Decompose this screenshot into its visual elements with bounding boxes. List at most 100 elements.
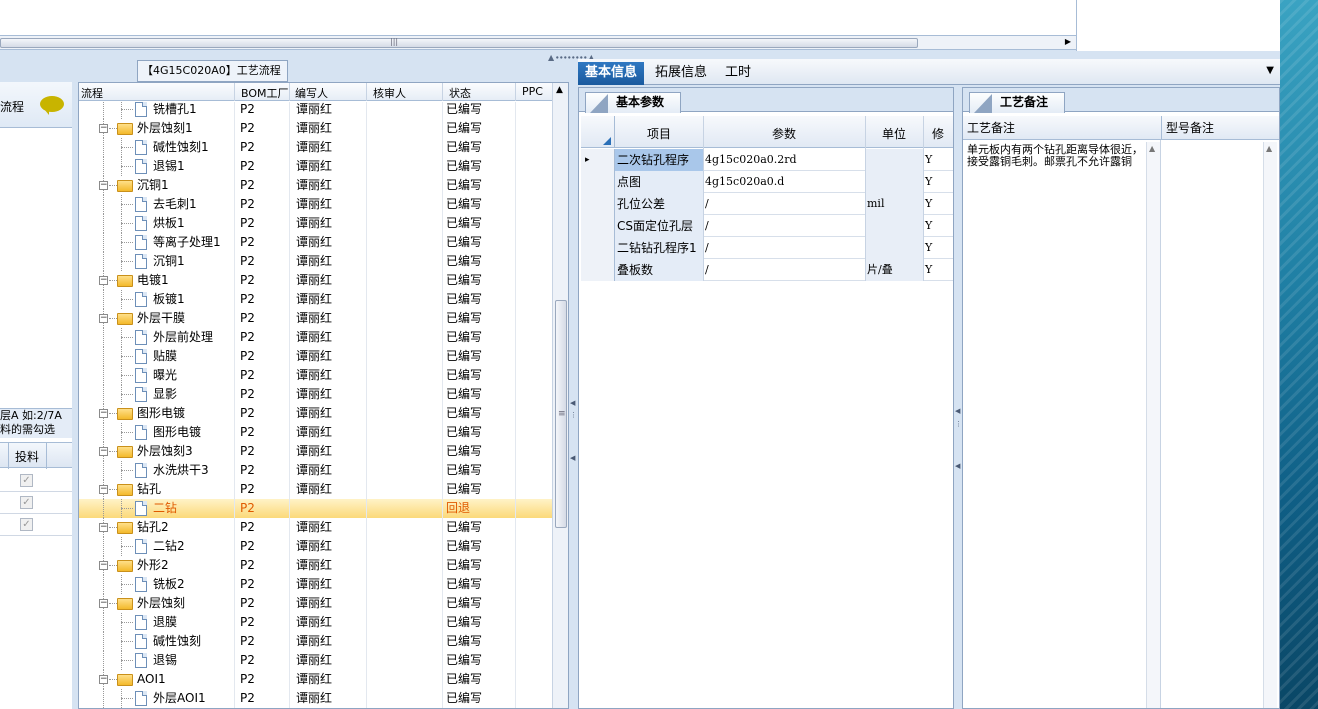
tree-row[interactable]: 贴膜 P2 谭丽红 已编写 [79, 347, 552, 366]
param-row[interactable]: CS面定位孔层 / Y [581, 215, 953, 237]
horizontal-splitter[interactable]: ▲ ∙∙∙∙∙∙∙∙ ▲ [0, 51, 1280, 62]
tree-collapse-icon[interactable]: − [99, 276, 108, 285]
model-note-scrollbar[interactable]: ▲ [1263, 142, 1277, 708]
param-item[interactable]: 叠板数 [615, 259, 703, 281]
param-modify-flag[interactable]: Y [923, 237, 953, 259]
param-item[interactable]: 点图 [615, 171, 703, 193]
param-modify-flag[interactable]: Y [923, 193, 953, 215]
tree-row[interactable]: 等离子处理1 P2 谭丽红 已编写 [79, 233, 552, 252]
tree-row[interactable]: 烘板1 P2 谭丽红 已编写 [79, 214, 552, 233]
tree-collapse-icon[interactable]: − [99, 181, 108, 190]
col-header-flow[interactable]: 流程 [81, 85, 103, 101]
scroll-up-icon[interactable]: ▲ [1266, 144, 1272, 153]
param-item[interactable]: CS面定位孔层 [615, 215, 703, 237]
tree-row[interactable]: − 外层蚀刻3 P2 谭丽红 已编写 [79, 442, 552, 461]
param-unit[interactable] [865, 171, 923, 193]
tree-row[interactable]: 板镀1 P2 谭丽红 已编写 [79, 290, 552, 309]
tree-row[interactable]: − 外层蚀刻 P2 谭丽红 已编写 [79, 594, 552, 613]
tree-row[interactable]: − 图形电镀 P2 谭丽红 已编写 [79, 404, 552, 423]
tab-work-hours[interactable]: 工时 [718, 62, 758, 85]
tree-row[interactable]: 二钻 P2 回退 [79, 499, 552, 518]
col-header-unit[interactable]: 单位 [865, 125, 923, 142]
tree-collapse-icon[interactable]: − [99, 409, 108, 418]
tab-process-notes[interactable]: 工艺备注 [969, 92, 1066, 113]
tree-row[interactable]: − 电镀1 P2 谭丽红 已编写 [79, 271, 552, 290]
col-header-modify[interactable]: 修 [923, 125, 953, 142]
tree-row[interactable]: 显影 P2 谭丽红 已编写 [79, 385, 552, 404]
feed-checkbox[interactable]: ✓ [20, 474, 33, 487]
param-row[interactable]: 孔位公差 / mil Y [581, 193, 953, 215]
tree-row[interactable]: − 沉铜1 P2 谭丽红 已编写 [79, 176, 552, 195]
col-header-reviewer[interactable]: 核审人 [373, 85, 406, 101]
tree-collapse-icon[interactable]: − [99, 485, 108, 494]
tree-row[interactable]: 水洗烘干3 P2 谭丽红 已编写 [79, 461, 552, 480]
chat-bubble-icon[interactable] [40, 96, 64, 115]
tree-collapse-icon[interactable]: − [99, 124, 108, 133]
param-value[interactable]: 4g15c020a0.d [703, 171, 865, 193]
tree-row[interactable]: 外层AOI1 P2 谭丽红 已编写 [79, 689, 552, 708]
middle-splitter[interactable]: ◀ ⋮ ◀ [570, 59, 577, 709]
param-unit[interactable] [865, 149, 923, 171]
param-item[interactable]: 二次钻孔程序 [615, 149, 703, 171]
col-header-bom[interactable]: BOM工厂 [241, 85, 289, 101]
tree-row[interactable]: 铣板2 P2 谭丽红 已编写 [79, 575, 552, 594]
param-unit[interactable] [865, 215, 923, 237]
collapse-right-icon[interactable]: ◀ [570, 454, 575, 462]
param-item[interactable]: 孔位公差 [615, 193, 703, 215]
tree-row[interactable]: 退锡 P2 谭丽红 已编写 [79, 651, 552, 670]
scroll-up-icon[interactable]: ▲ [1149, 144, 1155, 153]
col-header-ppc[interactable]: PPC [522, 85, 543, 98]
param-value[interactable]: / [703, 193, 865, 215]
tree-row[interactable]: 沉铜1 P2 谭丽红 已编写 [79, 252, 552, 271]
param-row[interactable]: 二钻钻孔程序1/ Y [581, 237, 953, 259]
tree-row[interactable]: 退膜 P2 谭丽红 已编写 [79, 613, 552, 632]
param-item[interactable]: 二钻钻孔程序1 [615, 237, 703, 259]
tree-row[interactable]: − 外形2 P2 谭丽红 已编写 [79, 556, 552, 575]
tree-row[interactable]: 外层前处理 P2 谭丽红 已编写 [79, 328, 552, 347]
param-row[interactable]: 叠板数 / 片/叠 Y [581, 259, 953, 281]
tree-row[interactable]: 退锡1 P2 谭丽红 已编写 [79, 157, 552, 176]
tree-row[interactable]: 铣槽孔1 P2 谭丽红 已编写 [79, 102, 552, 119]
scroll-right-icon[interactable]: ▶ [1065, 37, 1071, 46]
param-unit[interactable]: 片/叠 [865, 259, 923, 281]
collapse-left-icon[interactable]: ◀ [955, 407, 960, 415]
horizontal-scrollbar[interactable]: ||| ▶ [0, 36, 1076, 50]
collapse-right-icon[interactable]: ◀ [955, 462, 960, 470]
param-modify-flag[interactable]: Y [923, 215, 953, 237]
tab-basic-info[interactable]: 基本信息 [578, 62, 645, 85]
param-value[interactable]: / [703, 237, 865, 259]
tree-row[interactable]: 碱性蚀刻 P2 谭丽红 已编写 [79, 632, 552, 651]
col-header-writer[interactable]: 编写人 [295, 85, 328, 101]
process-note-text[interactable]: 单元板内有两个钻孔距离导体很近，接受露铜毛刺。邮票孔不允许露铜 [967, 144, 1151, 168]
param-row[interactable]: ▸ 二次钻孔程序 4g15c020a0.2rd Y [581, 149, 953, 171]
feed-checkbox[interactable]: ✓ [20, 518, 33, 531]
param-modify-flag[interactable]: Y [923, 149, 953, 171]
tab-extended-info[interactable]: 拓展信息 [648, 62, 714, 85]
param-row[interactable]: 点图 4g15c020a0.d Y [581, 171, 953, 193]
tree-row[interactable]: − 钻孔 P2 谭丽红 已编写 [79, 480, 552, 499]
scroll-up-icon[interactable]: ▲ [556, 85, 563, 95]
tree-row[interactable]: − 钻孔2 P2 谭丽红 已编写 [79, 518, 552, 537]
tree-collapse-icon[interactable]: − [99, 447, 108, 456]
tree-row[interactable]: 曝光 P2 谭丽红 已编写 [79, 366, 552, 385]
col-header-status[interactable]: 状态 [449, 85, 471, 101]
tree-row[interactable]: 二钻2 P2 谭丽红 已编写 [79, 537, 552, 556]
tree-collapse-icon[interactable]: − [99, 561, 108, 570]
param-value[interactable]: / [703, 259, 865, 281]
process-tree-scrollbar[interactable]: ▲ ≡ [552, 83, 568, 708]
param-value[interactable]: / [703, 215, 865, 237]
tree-collapse-icon[interactable]: − [99, 675, 108, 684]
param-unit[interactable] [865, 237, 923, 259]
tree-row[interactable]: − AOI1 P2 谭丽红 已编写 [79, 670, 552, 689]
tree-collapse-icon[interactable]: − [99, 599, 108, 608]
param-value[interactable]: 4g15c020a0.2rd [703, 149, 865, 171]
feed-checkbox[interactable]: ✓ [20, 496, 33, 509]
tab-basic-params[interactable]: 基本参数 [585, 92, 682, 113]
scrollbar-thumb[interactable] [0, 38, 918, 48]
tree-collapse-icon[interactable]: − [99, 523, 108, 532]
scrollbar-thumb[interactable]: ≡ [555, 300, 567, 528]
param-unit[interactable]: mil [865, 193, 923, 215]
col-header-param[interactable]: 参数 [703, 125, 865, 142]
right-splitter[interactable]: ◀ ⋮ ◀ [955, 87, 962, 709]
tree-row[interactable]: 图形电镀 P2 谭丽红 已编写 [79, 423, 552, 442]
